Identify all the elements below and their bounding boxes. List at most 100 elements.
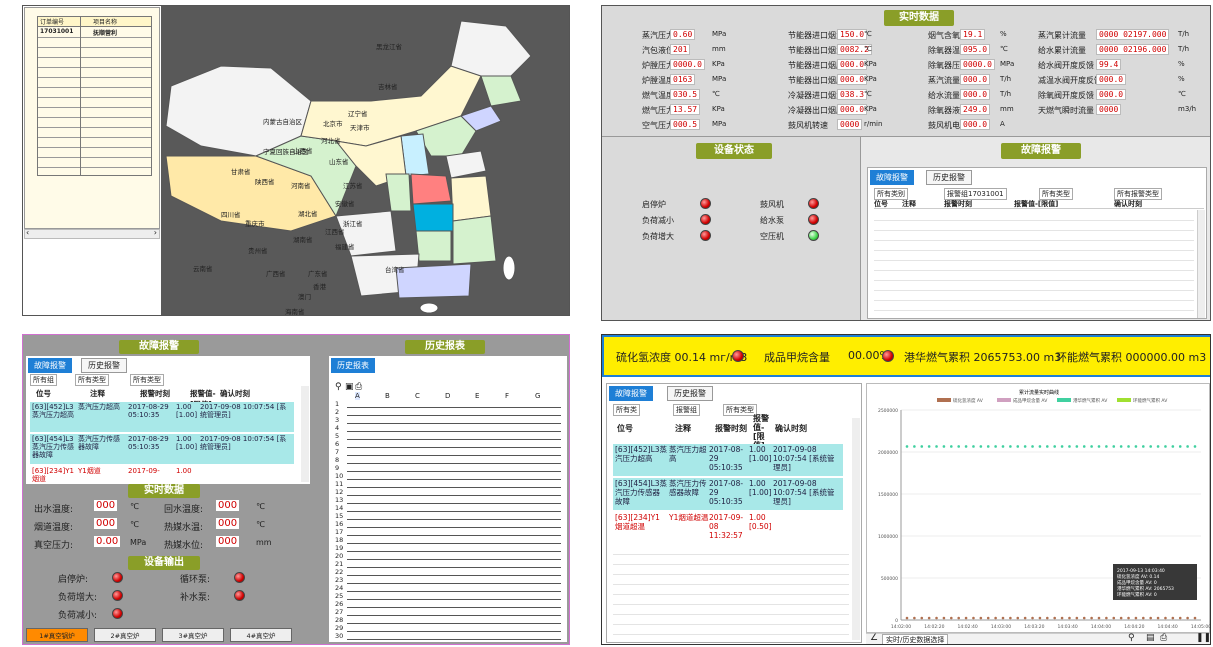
sheet-row-number[interactable]: 4 xyxy=(335,424,339,432)
sheet-column-header[interactable]: B xyxy=(385,392,390,400)
series-point xyxy=(979,616,983,620)
field-unit: ℃ xyxy=(864,45,872,53)
alarm-row[interactable]: [63][234]Y1烟道 Y1烟道 2017-09- 1.00 xyxy=(30,466,294,484)
sheet-row-number[interactable]: 12 xyxy=(335,488,343,496)
horizontal-scrollbar[interactable]: ‹ › xyxy=(24,228,160,239)
sheet-row-number[interactable]: 19 xyxy=(335,544,343,552)
sheet-column-header[interactable]: C xyxy=(415,392,420,400)
sheet-row-number[interactable]: 5 xyxy=(335,432,339,440)
series-point xyxy=(1053,616,1056,620)
sheet-row-number[interactable]: 23 xyxy=(335,576,343,584)
sheet-row-number[interactable]: 22 xyxy=(335,568,343,576)
legend-entry: 成品甲烷含量 AV xyxy=(1013,397,1048,404)
table-row xyxy=(613,594,849,595)
sheet-column-header[interactable]: D xyxy=(445,392,450,400)
sheet-row-number[interactable]: 17 xyxy=(335,528,343,536)
alarm-cell: 2017-09- xyxy=(128,467,160,475)
sheet-row-number[interactable]: 24 xyxy=(335,584,343,592)
sheet-row-number[interactable]: 25 xyxy=(335,592,343,600)
alarm-scrollbar[interactable] xyxy=(852,418,860,640)
boiler-button[interactable]: 2#真空炉 xyxy=(94,628,156,642)
table-row xyxy=(38,97,151,98)
gas-alarm-panel: 故障报警 历史报警 所有类报警组所有类型 位号注释报警时刻报警值-[限值]确认时… xyxy=(606,383,862,643)
data-mode-select[interactable]: 实时/历史数据选择 xyxy=(882,634,949,644)
print-icon[interactable]: ⎙ xyxy=(1160,633,1167,643)
province-label: 辽宁省 xyxy=(348,109,368,118)
scroll-right-icon[interactable]: › xyxy=(154,228,157,237)
sheet-row-number[interactable]: 10 xyxy=(335,472,343,480)
sheet-column-header[interactable]: F xyxy=(505,392,509,400)
tab-history-report[interactable]: 历史报表 xyxy=(331,358,375,373)
sheet-row-number[interactable]: 8 xyxy=(335,456,339,464)
field-value: 201 xyxy=(670,44,691,55)
series-point xyxy=(972,616,975,620)
rt-unit: ℃ xyxy=(130,520,139,529)
methane-label: 成品甲烷含量 xyxy=(764,351,830,364)
tab-history-alarm[interactable]: 历史报警 xyxy=(926,170,972,185)
search-icon[interactable]: ⚲ xyxy=(335,382,342,392)
tab-fault-alarm[interactable]: 故障报警 xyxy=(28,358,72,373)
output-label: 补水泵: xyxy=(180,593,211,603)
boiler-button[interactable]: 3#真空炉 xyxy=(162,628,224,642)
sheet-column-header[interactable]: E xyxy=(475,392,479,400)
x-tick-label: 14:04:40 xyxy=(1158,624,1178,630)
tab-history-alarm[interactable]: 历史报警 xyxy=(667,386,713,401)
table-row xyxy=(38,127,151,128)
boiler-button[interactable]: 1#真空锅炉 xyxy=(26,628,88,642)
sheet-column-header[interactable]: G xyxy=(535,392,540,400)
sheet-row-number[interactable]: 15 xyxy=(335,512,343,520)
sheet-row-number[interactable]: 20 xyxy=(335,552,343,560)
sheet-row-number[interactable]: 28 xyxy=(335,616,343,624)
sheet-row-number[interactable]: 14 xyxy=(335,504,343,512)
sheet-row-number[interactable]: 16 xyxy=(335,520,343,528)
project-name[interactable]: 抚顺营利 xyxy=(93,28,117,37)
sheet-row-number[interactable]: 30 xyxy=(335,632,343,640)
alarm-row[interactable]: [63][454]L3蒸汽压力传感器故障 蒸汽压力传感器故障 2017-08-29 … xyxy=(30,434,294,464)
export-icon[interactable]: ▤ xyxy=(1146,633,1155,643)
alarm-row[interactable]: [63][234]Y1烟道超温 Y1烟道超温 2017-09-08 11:32:57… xyxy=(613,512,843,544)
sheet-row-number[interactable]: 21 xyxy=(335,560,343,568)
sheet-row-number[interactable]: 29 xyxy=(335,624,343,632)
china-map[interactable]: 黑龙江省吉林省辽宁省内蒙古自治区新疆维吾尔自治区北京市天津市河北省山西省宁夏回族… xyxy=(161,6,569,315)
field-unit: ℃ xyxy=(864,30,872,38)
series-point xyxy=(1134,616,1138,620)
sheet-row-number[interactable]: 6 xyxy=(335,440,339,448)
tooltip-line: 成品甲烷含量 AV: 0 xyxy=(1117,579,1157,586)
field-value: 150.0 xyxy=(837,29,868,40)
alarm-cell: 蒸汽压力传感器故障 xyxy=(78,435,120,451)
tab-history-alarm[interactable]: 历史报警 xyxy=(81,358,127,373)
sheet-row-number[interactable]: 3 xyxy=(335,416,339,424)
field-label: 节能器进口烟压 xyxy=(788,61,844,70)
alarm-cell: 2017-09-08 10:07:54 [系统管理员] xyxy=(200,403,287,419)
sheet-row-number[interactable]: 13 xyxy=(335,496,343,504)
alarm-row[interactable]: [63][452]L3蒸汽压力超高 蒸汽压力超高 2017-08-29 05:10:… xyxy=(613,444,843,476)
sheet-row-number[interactable]: 9 xyxy=(335,464,339,472)
alarm-scrollbar[interactable] xyxy=(301,386,309,482)
trend-icon[interactable]: ∠ xyxy=(870,633,878,643)
alarm-scrollbar[interactable] xyxy=(1197,210,1205,318)
print-icon[interactable]: ⎙ xyxy=(355,382,362,392)
sheet-row-number[interactable]: 1 xyxy=(335,400,339,408)
sheet-row-number[interactable]: 26 xyxy=(335,600,343,608)
scroll-left-icon[interactable]: ‹ xyxy=(26,228,29,237)
sheet-row-line xyxy=(347,583,561,584)
sheet-column-header[interactable]: A xyxy=(355,392,360,400)
order-number[interactable]: 17031001 xyxy=(40,28,73,35)
alarm-row[interactable]: [63][452]L3蒸汽压力超高 蒸汽压力超高 2017-08-29 05:10:… xyxy=(30,402,294,432)
alarm-row[interactable]: [63][454]L3蒸汽压力传感器故障 蒸汽压力传感器故障 2017-08-29 … xyxy=(613,478,843,510)
sheet-row-number[interactable]: 11 xyxy=(335,480,343,488)
sheet-row-number[interactable]: 7 xyxy=(335,448,339,456)
table-row xyxy=(874,290,1194,291)
tab-fault-alarm[interactable]: 故障报警 xyxy=(609,386,653,401)
sheet-row-number[interactable]: 27 xyxy=(335,608,343,616)
sheet-row-number[interactable]: 2 xyxy=(335,408,339,416)
search-icon[interactable]: ⚲ xyxy=(1128,633,1135,643)
tab-fault-alarm[interactable]: 故障报警 xyxy=(870,170,914,185)
field-unit: ℃ xyxy=(864,90,872,98)
sheet-row-line xyxy=(347,575,561,576)
boiler-button[interactable]: 4#真空炉 xyxy=(230,628,292,642)
sheet-row-number[interactable]: 18 xyxy=(335,536,343,544)
save-icon[interactable]: ▣ xyxy=(345,382,354,392)
series-point xyxy=(1038,445,1042,448)
pause-icon[interactable]: ❚❚ xyxy=(1196,633,1210,643)
